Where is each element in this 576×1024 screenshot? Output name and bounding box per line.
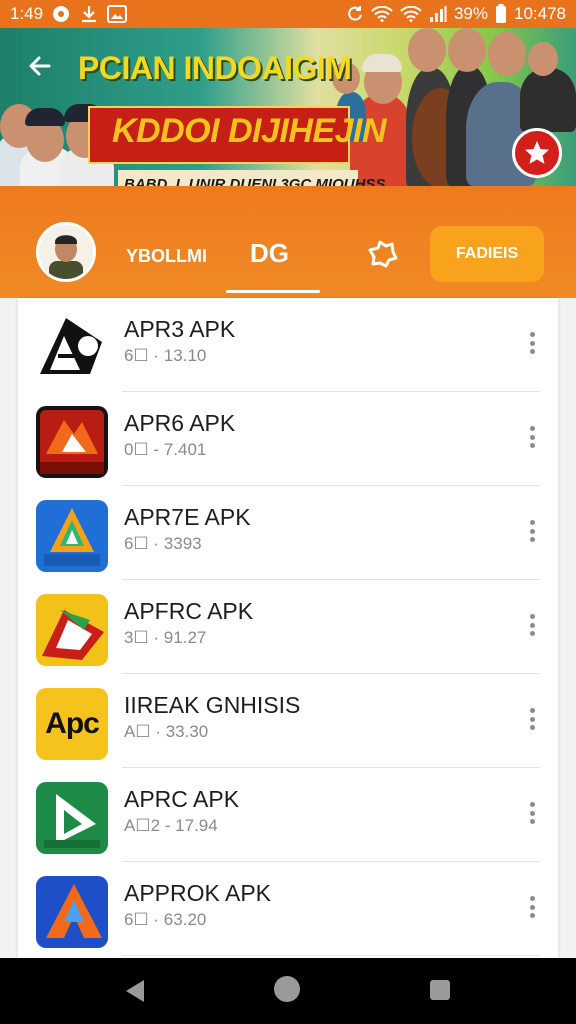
app-meta: A☐ · 33.30 — [124, 722, 209, 741]
star-badge-icon[interactable] — [512, 128, 562, 178]
notification-icon — [51, 4, 71, 24]
banner-subtitle: BABD. L UNIR DUENI 3GC MIOUHSS — [124, 176, 386, 186]
home-puzzle-icon[interactable] — [364, 236, 400, 272]
tab-ybollmi[interactable]: YBOLLMI — [126, 246, 207, 267]
back-button[interactable] — [24, 50, 56, 82]
apc-logo-text: Apc — [45, 707, 100, 740]
more-options-icon[interactable] — [524, 422, 540, 452]
app-name: APR7E APK — [124, 504, 251, 530]
tab-dg[interactable]: DG — [250, 238, 289, 269]
list-item[interactable]: APFRC APK 3☐ · 91.27 — [18, 580, 558, 674]
apr6-logo-icon — [36, 406, 108, 478]
list-item[interactable]: APRC APK A☐2 - 17.94 — [18, 768, 558, 862]
app-meta: 6☐ · 63.20 — [124, 910, 207, 929]
wifi-icon — [371, 6, 393, 22]
status-bar: 1:49 39% 10:478 — [0, 0, 576, 28]
more-options-icon[interactable] — [524, 704, 540, 734]
list-item[interactable]: APR6 APK 0☐ - 7.401 — [18, 392, 558, 486]
app-meta: 6☐ · 13.10 — [124, 346, 207, 365]
tab-fadieis[interactable]: FADIEIS — [430, 226, 544, 282]
more-options-icon[interactable] — [524, 892, 540, 922]
sync-icon — [346, 5, 364, 23]
tab-bar: YBOLLMI DG FADIEIS — [0, 186, 576, 298]
wifi-alt-icon — [400, 6, 422, 22]
app-meta: 0☐ - 7.401 — [124, 440, 207, 459]
system-nav-bar — [0, 958, 576, 1024]
status-time: 1:49 — [10, 4, 44, 23]
app-name: APPROK APK — [124, 880, 272, 906]
apr3-logo-icon — [36, 312, 108, 384]
app-name: APR6 APK — [124, 410, 236, 436]
app-name: APFRC APK — [124, 598, 254, 624]
aprc-logo-icon — [36, 782, 108, 854]
apfrc-logo-icon — [36, 594, 108, 666]
more-options-icon[interactable] — [524, 328, 540, 358]
battery-percent: 39% — [453, 4, 488, 23]
gallery-icon — [107, 5, 128, 23]
tab-active-indicator — [226, 290, 320, 293]
app-list: APR3 APK 6☐ · 13.10 APR6 APK 0☐ - 7.401 … — [18, 298, 558, 958]
battery-icon — [495, 4, 507, 24]
avatar[interactable] — [36, 222, 96, 282]
nav-home-icon[interactable] — [274, 976, 300, 1002]
app-meta: A☐2 - 17.94 — [124, 816, 218, 835]
list-item[interactable]: APR7E APK 6☐ · 3393 — [18, 486, 558, 580]
app-name: APRC APK — [124, 786, 240, 812]
list-item[interactable]: APPROK APK 6☐ · 63.20 — [18, 862, 558, 956]
apr7e-logo-icon — [36, 500, 108, 572]
more-options-icon[interactable] — [524, 610, 540, 640]
app-name: IIREAK GNHISIS — [124, 692, 301, 718]
status-clock: 10:478 — [514, 4, 566, 23]
approk-logo-icon — [36, 876, 108, 948]
nav-recents-icon[interactable] — [430, 980, 450, 1000]
more-options-icon[interactable] — [524, 516, 540, 546]
arrow-left-icon — [29, 56, 51, 76]
app-meta: 6☐ · 3393 — [124, 534, 202, 553]
app-meta: 3☐ · 91.27 — [124, 628, 207, 647]
nav-back-icon[interactable] — [124, 978, 146, 1009]
app-name: APR3 APK — [124, 316, 236, 342]
apc-logo-icon: Apc — [36, 688, 108, 760]
banner-headline: KDDOI DIJIHEJIN — [112, 112, 387, 150]
hero-banner: PCIAN INDOAIGIM KDDOI DIJIHEJIN BABD. L … — [0, 28, 576, 186]
list-item[interactable]: APR3 APK 6☐ · 13.10 — [18, 298, 558, 392]
banner-title: PCIAN INDOAIGIM — [78, 50, 352, 86]
signal-icon — [429, 6, 447, 22]
download-icon — [79, 4, 99, 24]
more-options-icon[interactable] — [524, 798, 540, 828]
list-item[interactable]: Apc IIREAK GNHISIS A☐ · 33.30 — [18, 674, 558, 768]
